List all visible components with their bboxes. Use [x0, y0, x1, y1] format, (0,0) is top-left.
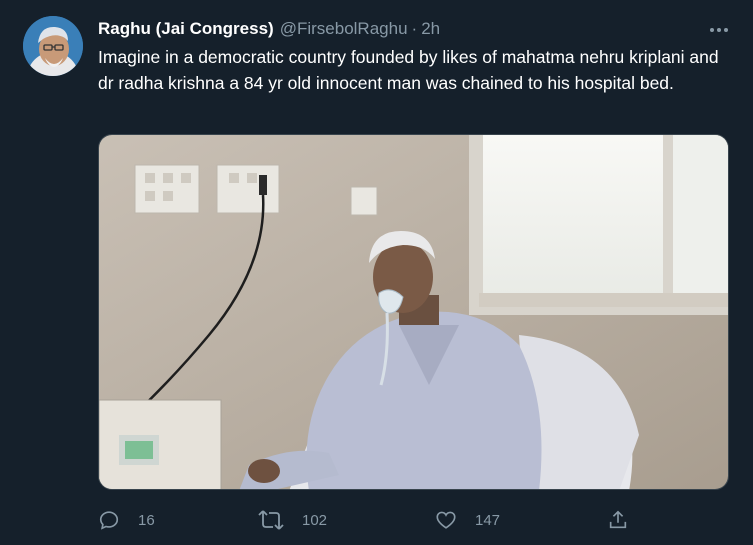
reply-icon — [99, 511, 119, 530]
hospital-photo-icon — [99, 135, 728, 489]
like-button[interactable]: 147 — [435, 506, 500, 534]
tweet-media[interactable] — [98, 134, 729, 490]
display-name[interactable]: Raghu (Jai Congress) — [98, 19, 274, 39]
tweet-header: Raghu (Jai Congress) @FirsebolRaghu · 2h — [98, 19, 708, 43]
avatar[interactable] — [23, 16, 83, 76]
retweet-count: 102 — [302, 511, 328, 529]
heart-icon — [436, 511, 456, 529]
share-button[interactable] — [607, 506, 629, 534]
more-icon — [710, 28, 728, 32]
like-count: 147 — [475, 511, 501, 529]
reply-count: 16 — [138, 511, 155, 529]
user-handle[interactable]: @FirsebolRaghu — [280, 19, 408, 39]
header-separator: · — [411, 19, 418, 38]
retweet-icon — [258, 510, 284, 530]
reply-button[interactable]: 16 — [98, 506, 155, 534]
more-options-button[interactable] — [705, 18, 733, 42]
tweet-card[interactable]: Raghu (Jai Congress) @FirsebolRaghu · 2h… — [0, 0, 753, 545]
retweet-button[interactable]: 102 — [258, 506, 327, 534]
share-icon — [609, 510, 627, 529]
tweet-text: Imagine in a democratic country founded … — [98, 47, 719, 93]
timestamp[interactable]: 2h — [421, 19, 440, 39]
tweet-actions: 16 102 147 — [98, 506, 638, 534]
profile-avatar-icon — [23, 16, 83, 76]
